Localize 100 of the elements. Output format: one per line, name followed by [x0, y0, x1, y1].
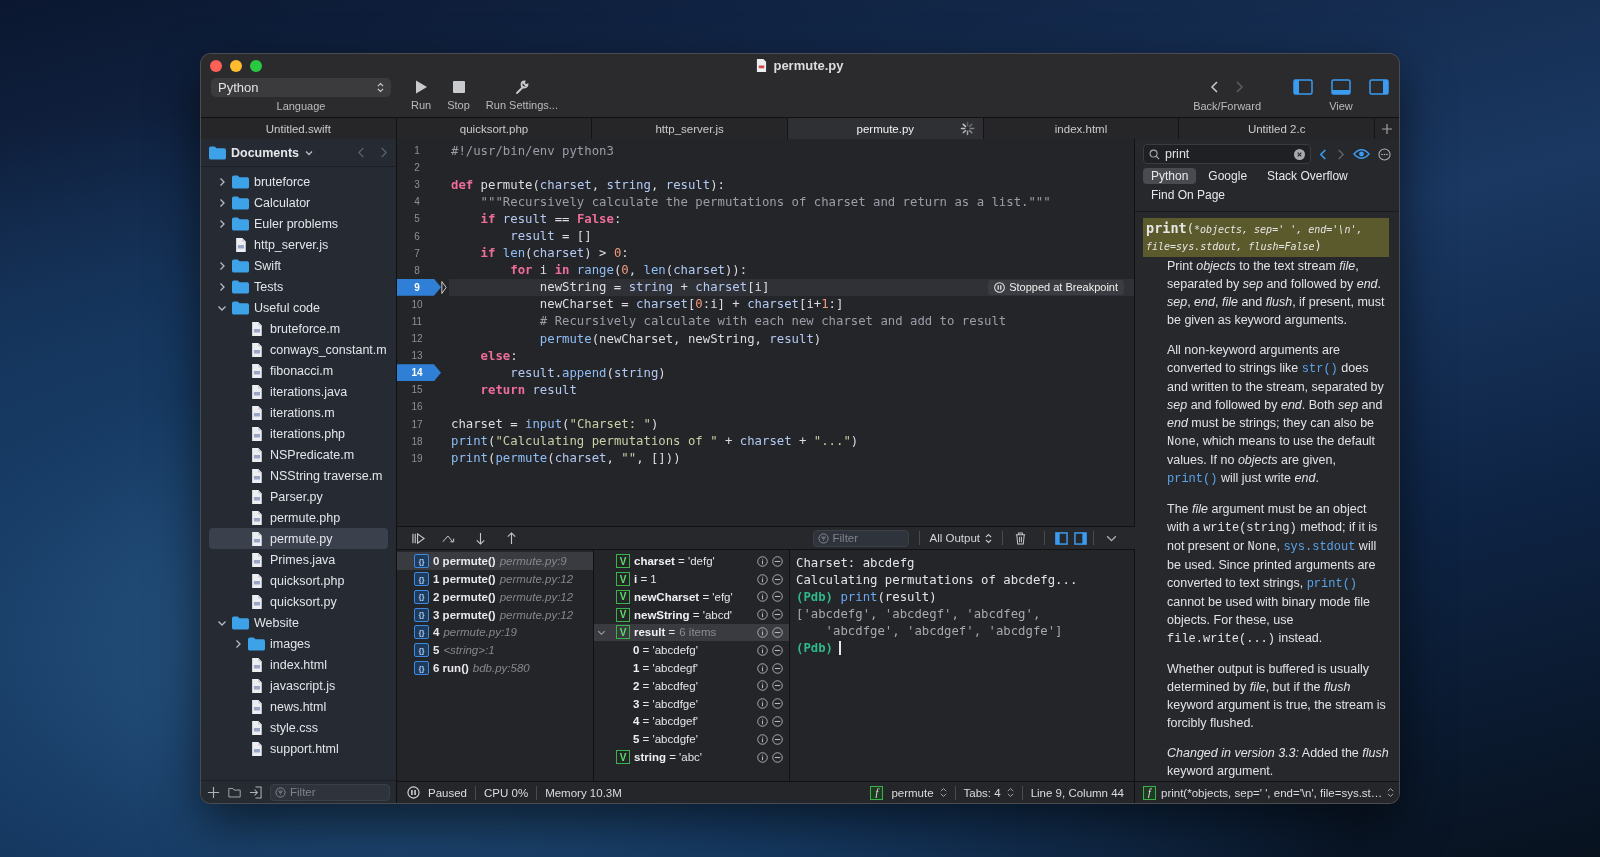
chevron-right-icon[interactable]: [233, 638, 243, 649]
remove-icon[interactable]: [772, 644, 783, 656]
sidebar-item[interactable]: Website: [209, 612, 388, 633]
info-icon[interactable]: [757, 662, 768, 674]
chevron-right-icon[interactable]: [217, 281, 227, 292]
sidebar-item[interactable]: Calculator: [209, 192, 388, 213]
sidebar-item[interactable]: Primes.java: [209, 549, 388, 570]
line-number[interactable]: 8: [397, 261, 441, 279]
pause-icon[interactable]: [407, 786, 420, 800]
sidebar-item[interactable]: Euler problems: [209, 213, 388, 234]
remove-icon[interactable]: [772, 751, 783, 763]
sidebar-item[interactable]: bruteforce.m: [209, 318, 388, 339]
tab-width-select[interactable]: Tabs: 4: [963, 786, 1014, 799]
source-tab[interactable]: Find On Page: [1143, 187, 1234, 203]
info-icon[interactable]: [757, 733, 768, 745]
info-icon[interactable]: [757, 573, 768, 585]
line-number[interactable]: 16: [397, 398, 441, 416]
sidebar-item[interactable]: Swift: [209, 255, 388, 276]
sidebar-item[interactable]: javascript.js: [209, 675, 388, 696]
location-menu[interactable]: Documents: [231, 145, 300, 160]
line-number[interactable]: 10: [397, 295, 441, 313]
line-number[interactable]: 18: [397, 432, 441, 450]
info-icon[interactable]: [757, 555, 768, 567]
sidebar-item[interactable]: quicksort.py: [209, 591, 388, 612]
variable-row[interactable]: 3 = 'abcdfge': [594, 694, 789, 713]
stack-frame[interactable]: {} 2 permute() permute.py:12: [397, 588, 593, 606]
left-panel-toggle[interactable]: [1293, 79, 1313, 95]
left-pane-toggle[interactable]: [1055, 531, 1068, 545]
sidebar-item[interactable]: iterations.java: [209, 381, 388, 402]
sidebar-item[interactable]: fibonacci.m: [209, 360, 388, 381]
back-button[interactable]: [1210, 80, 1221, 94]
updown-icon[interactable]: [1387, 787, 1395, 798]
editor-tab[interactable]: Untitled 2.c: [1179, 118, 1376, 139]
filter-field[interactable]: Filter: [812, 529, 909, 547]
remove-icon[interactable]: [772, 698, 783, 710]
info-icon[interactable]: [757, 609, 768, 621]
sidebar-item[interactable]: permute.php: [209, 507, 388, 528]
line-number[interactable]: 13: [397, 347, 441, 365]
editor-tab[interactable]: quicksort.php: [396, 118, 593, 139]
add-icon[interactable]: [207, 785, 220, 799]
editor-tab[interactable]: http_server.js: [592, 118, 788, 139]
stack-frame[interactable]: {} 3 permute() permute.py:12: [397, 605, 593, 624]
right-pane-toggle[interactable]: [1074, 531, 1087, 545]
stop-button[interactable]: Stop: [441, 77, 476, 111]
close-button[interactable]: [210, 59, 222, 72]
info-icon[interactable]: [757, 644, 768, 656]
eye-icon[interactable]: [1353, 148, 1370, 160]
sidebar-item[interactable]: NSPredicate.m: [209, 444, 388, 465]
line-number[interactable]: 9: [397, 278, 441, 296]
line-number[interactable]: 3: [397, 176, 441, 194]
stack-frame[interactable]: {} 5 <string>:1: [397, 641, 593, 660]
sidebar-item[interactable]: iterations.m: [209, 402, 388, 423]
chevron-right-icon[interactable]: [217, 197, 227, 208]
sidebar-item[interactable]: NSString traverse.m: [209, 465, 388, 486]
info-icon[interactable]: [757, 715, 768, 727]
remove-icon[interactable]: [772, 573, 783, 585]
line-number[interactable]: 15: [397, 381, 441, 399]
line-number[interactable]: 12: [397, 330, 441, 348]
sidebar-item[interactable]: index.html: [209, 654, 388, 675]
sidebar-item[interactable]: Parser.py: [209, 486, 388, 507]
sidebar-item[interactable]: Useful code: [209, 297, 388, 318]
variable-row[interactable]: V result = 6 items: [594, 623, 789, 642]
variable-row[interactable]: V newCharset = 'efg': [594, 588, 789, 606]
editor-tab[interactable]: index.html: [983, 118, 1180, 139]
continue-icon[interactable]: [411, 531, 426, 545]
sidebar-item[interactable]: conways_constant.m: [209, 339, 388, 360]
sidebar-item[interactable]: bruteforce: [209, 171, 388, 192]
remove-icon[interactable]: [772, 591, 783, 603]
variable-row[interactable]: 2 = 'abcdfeg': [594, 676, 789, 695]
stack-frame[interactable]: {} 6 run() bdb.py:580: [397, 659, 593, 677]
line-number[interactable]: 11: [397, 312, 441, 331]
line-number[interactable]: 2: [397, 159, 441, 177]
chevron-right-icon[interactable]: [217, 176, 227, 187]
variable-row[interactable]: 0 = 'abcdefg': [594, 641, 789, 660]
sidebar-item[interactable]: quicksort.php: [209, 570, 388, 591]
variable-row[interactable]: 5 = 'abcdgfe': [594, 730, 789, 749]
chevron-right-icon[interactable]: [217, 260, 227, 271]
info-icon[interactable]: [757, 626, 768, 638]
variable-row[interactable]: 4 = 'abcdgef': [594, 712, 789, 731]
bottom-panel-toggle[interactable]: [1331, 79, 1351, 95]
editor-tab[interactable]: Untitled.swift: [201, 118, 397, 139]
line-number[interactable]: 17: [397, 415, 441, 433]
sidebar-item[interactable]: images: [209, 633, 388, 654]
sidebar-item[interactable]: news.html: [209, 696, 388, 717]
import-icon[interactable]: [249, 785, 262, 799]
source-tab[interactable]: Python: [1143, 168, 1197, 184]
editor-tab[interactable]: permute.py: [788, 118, 984, 139]
sidebar-item[interactable]: permute.py: [209, 528, 388, 549]
variable-row[interactable]: V i = 1: [594, 570, 789, 588]
line-number[interactable]: 19: [397, 449, 441, 467]
more-icon[interactable]: [1378, 147, 1391, 161]
right-panel-toggle[interactable]: [1369, 79, 1389, 95]
remove-icon[interactable]: [772, 609, 783, 621]
remove-icon[interactable]: [772, 680, 783, 692]
remove-icon[interactable]: [772, 733, 783, 745]
function-select[interactable]: permute: [891, 786, 947, 799]
clear-button[interactable]: [1294, 148, 1305, 160]
sidebar-item[interactable]: iterations.php: [209, 423, 388, 444]
sidebar-item[interactable]: support.html: [209, 738, 388, 759]
line-number[interactable]: 14: [397, 364, 441, 382]
